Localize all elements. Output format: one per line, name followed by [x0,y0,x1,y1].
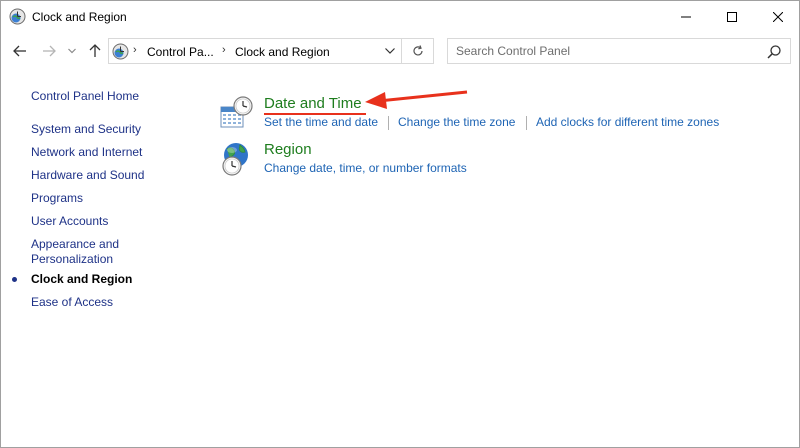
maximize-icon [727,11,737,22]
close-icon [773,11,783,22]
breadcrumb-separator[interactable]: › [222,44,226,56]
main-content: Date and Time Set the time and date Chan… [201,71,799,441]
category-region[interactable]: Region [264,141,312,158]
breadcrumb-clock-and-region[interactable]: Clock and Region [235,45,330,59]
search-icon[interactable] [766,44,782,60]
annotation-underline [264,113,366,115]
chevron-down-icon [68,48,76,54]
annotation-arrow-icon [365,90,468,109]
control-panel-window: Clock and Region › Control Pa... › Clock… [0,0,800,448]
maximize-button[interactable] [709,1,755,32]
minimize-icon [681,16,691,17]
sidebar-item-appearance-line2[interactable]: Personalization [31,252,113,267]
up-button[interactable] [85,41,105,61]
clock-globe-icon [112,43,129,60]
sidebar: Control Panel Home System and Security N… [1,71,201,441]
task-set-time-and-date[interactable]: Set the time and date [264,115,378,129]
sidebar-item-control-panel-home[interactable]: Control Panel Home [31,89,139,104]
clock-globe-icon [9,8,26,25]
sidebar-item-hardware-and-sound[interactable]: Hardware and Sound [31,168,144,183]
task-separator [388,116,389,130]
refresh-icon [412,45,423,56]
forward-button[interactable] [39,41,59,61]
arrow-right-icon [43,45,56,57]
window-title: Clock and Region [32,10,127,24]
breadcrumb-control-panel[interactable]: Control Pa... [147,45,214,59]
navigation-bar: › Control Pa... › Clock and Region [1,33,799,71]
arrow-left-icon [13,45,26,57]
search-box[interactable] [447,38,791,64]
breadcrumb-separator[interactable]: › [133,44,137,56]
task-change-formats[interactable]: Change date, time, or number formats [264,161,467,175]
chevron-down-icon [385,48,395,54]
title-bar[interactable]: Clock and Region [1,1,799,32]
refresh-button[interactable] [402,39,433,63]
sidebar-item-programs[interactable]: Programs [31,191,83,206]
sidebar-item-user-accounts[interactable]: User Accounts [31,214,108,229]
current-item-bullet [12,277,17,282]
globe-clock-icon[interactable] [219,141,255,177]
sidebar-item-ease-of-access[interactable]: Ease of Access [31,295,113,310]
minimize-button[interactable] [663,1,709,32]
arrow-up-icon [89,44,101,57]
search-input[interactable] [448,39,758,63]
sidebar-item-clock-and-region[interactable]: Clock and Region [31,272,132,287]
close-button[interactable] [755,1,800,32]
task-change-time-zone[interactable]: Change the time zone [398,115,515,129]
recent-locations-button[interactable] [64,41,80,61]
back-button[interactable] [10,41,30,61]
address-bar[interactable]: › Control Pa... › Clock and Region [108,38,434,64]
task-separator [526,116,527,130]
task-add-clocks[interactable]: Add clocks for different time zones [536,115,719,129]
sidebar-item-network-and-internet[interactable]: Network and Internet [31,145,142,160]
address-history-button[interactable] [379,39,401,63]
category-date-and-time[interactable]: Date and Time [264,95,362,112]
sidebar-item-system-and-security[interactable]: System and Security [31,122,141,137]
sidebar-item-appearance[interactable]: Appearance and [31,237,119,252]
calendar-clock-icon[interactable] [219,95,255,131]
